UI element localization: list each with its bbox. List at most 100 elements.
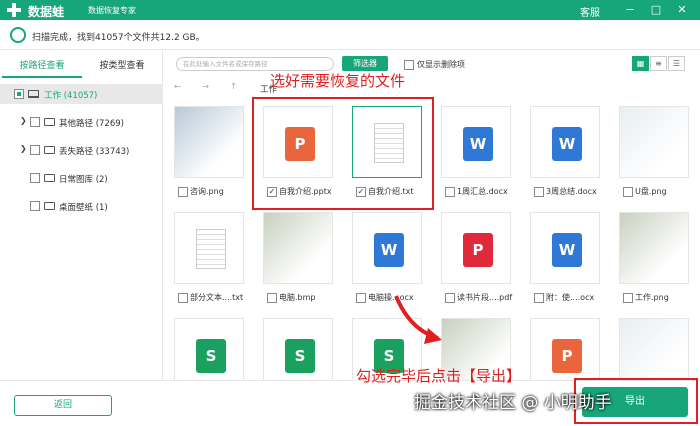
filter-button[interactable]: 筛选器 <box>342 56 388 71</box>
image-icon <box>620 213 688 283</box>
tree-checkbox[interactable] <box>30 201 40 211</box>
chevron-right-icon[interactable]: ❯ <box>20 116 27 125</box>
tree-checkbox[interactable] <box>14 89 24 99</box>
back-button[interactable]: 返回 <box>14 395 112 416</box>
file-item[interactable]: 部分文本....txt <box>170 206 246 314</box>
file-thumbnail[interactable]: P <box>530 318 600 380</box>
file-thumbnail[interactable] <box>174 106 244 178</box>
file-checkbox[interactable] <box>534 293 544 303</box>
file-thumbnail[interactable]: S <box>263 318 333 380</box>
check-circle-icon <box>10 27 26 43</box>
file-item[interactable]: 电脑.bmp <box>259 206 335 314</box>
file-item[interactable]: 咨询.png <box>170 100 246 208</box>
annotation-select-files: 选好需要恢复的文件 <box>270 72 406 90</box>
file-name: 工作.png <box>635 293 669 302</box>
file-checkbox[interactable] <box>623 187 633 197</box>
file-name: U盘.png <box>635 187 667 196</box>
file-checkbox[interactable] <box>178 293 188 303</box>
word-icon: W <box>463 127 493 161</box>
search-input[interactable]: 在此处输入文件名或保存路径 <box>176 57 334 71</box>
file-thumbnail[interactable] <box>619 318 689 380</box>
word-icon: W <box>552 233 582 267</box>
folder-icon <box>44 146 55 154</box>
forward-arrow-icon[interactable]: → <box>202 82 209 92</box>
file-thumbnail[interactable]: W <box>530 106 600 178</box>
tree-checkbox[interactable] <box>30 173 40 183</box>
tree-item-wallpapers[interactable]: 桌面壁纸 (1) <box>0 196 163 216</box>
tree-label: 其他路径 (7269) <box>59 119 124 129</box>
file-item[interactable]: W 附：使....ocx <box>526 206 602 314</box>
selection-highlight-box <box>252 97 434 210</box>
tree-label: 丢失路径 (33743) <box>59 147 130 157</box>
file-thumbnail[interactable]: W <box>352 212 422 284</box>
file-thumbnail[interactable]: W <box>530 212 600 284</box>
file-item[interactable]: S <box>170 312 246 380</box>
file-item[interactable]: W 3周总结.docx <box>526 100 602 208</box>
up-arrow-icon[interactable]: ↑ <box>230 82 237 92</box>
app-subtitle: 数据恢复专家 <box>88 6 136 15</box>
file-thumbnail[interactable]: W <box>441 106 511 178</box>
excel-icon: S <box>196 339 226 373</box>
image-icon <box>620 107 688 177</box>
file-item[interactable]: P <box>526 312 602 380</box>
excel-icon: S <box>285 339 315 373</box>
image-icon <box>264 213 332 283</box>
file-checkbox[interactable] <box>623 293 633 303</box>
sidebar: 按路径查看 按类型查看 工作 (41057) ❯ 其他路径 (7269) ❯ 丢… <box>0 50 163 380</box>
scan-status-text: 扫描完成，找到41057个文件共12.2 GB。 <box>32 33 205 43</box>
list-view-icon[interactable]: ≡ <box>650 56 667 71</box>
tree-label: 工作 (41057) <box>44 91 98 101</box>
tree-item-work[interactable]: 工作 (41057) <box>0 84 163 104</box>
file-name: 附：使....ocx <box>546 293 595 302</box>
file-name: 电脑.bmp <box>279 293 316 302</box>
file-item[interactable]: W 1周汇总.docx <box>437 100 513 208</box>
folder-icon <box>44 202 55 210</box>
back-arrow-icon[interactable]: ← <box>174 82 181 92</box>
deleted-only-label: 仅显示删除项 <box>417 60 465 69</box>
file-thumbnail[interactable] <box>619 212 689 284</box>
customer-service-link[interactable]: 客服 <box>580 4 600 19</box>
tab-by-path[interactable]: 按路径查看 <box>2 58 82 78</box>
detail-view-icon[interactable]: ☰ <box>668 56 685 71</box>
file-checkbox[interactable] <box>267 293 277 303</box>
image-icon <box>175 107 243 177</box>
annotation-arrow-icon <box>394 295 442 344</box>
annotation-export-hint: 勾选完毕后点击【导出】 <box>356 367 522 385</box>
file-checkbox[interactable] <box>178 187 188 197</box>
file-checkbox[interactable] <box>356 293 366 303</box>
file-thumbnail[interactable] <box>174 212 244 284</box>
file-item[interactable] <box>615 312 691 380</box>
file-thumbnail[interactable]: S <box>174 318 244 380</box>
deleted-only-checkbox[interactable] <box>404 60 414 70</box>
title-bar: 数据蛙 数据恢复专家 客服 − □ ✕ <box>0 0 700 20</box>
tab-by-type[interactable]: 按类型查看 <box>82 58 162 76</box>
maximize-button[interactable]: □ <box>648 2 664 18</box>
tree-item-other-paths[interactable]: ❯ 其他路径 (7269) <box>0 112 163 132</box>
minimize-button[interactable]: − <box>622 2 638 18</box>
tree-checkbox[interactable] <box>30 145 40 155</box>
file-checkbox[interactable] <box>534 187 544 197</box>
file-thumbnail[interactable]: P <box>441 212 511 284</box>
file-thumbnail[interactable] <box>619 106 689 178</box>
file-thumbnail[interactable] <box>263 212 333 284</box>
file-checkbox[interactable] <box>445 187 455 197</box>
image-icon <box>620 319 688 380</box>
file-name: 咨询.png <box>190 187 224 196</box>
toolbar: 在此处输入文件名或保存路径 筛选器 仅显示删除项 ▦ ≡ ☰ <box>164 50 700 78</box>
app-logo-icon <box>7 3 21 17</box>
close-button[interactable]: ✕ <box>674 2 690 18</box>
file-item[interactable]: S <box>259 312 335 380</box>
file-item[interactable]: 工作.png <box>615 206 691 314</box>
tree-item-lost-paths[interactable]: ❯ 丢失路径 (33743) <box>0 140 163 160</box>
grid-view-icon[interactable]: ▦ <box>632 56 649 71</box>
watermark: 掘金技术社区 @ 小明助手 <box>414 393 612 413</box>
folder-icon <box>44 174 55 182</box>
tree-checkbox[interactable] <box>30 117 40 127</box>
app-name: 数据蛙 <box>28 5 65 19</box>
tree-item-daily-gallery[interactable]: 日常图库 (2) <box>0 168 163 188</box>
ppt-icon: P <box>552 339 582 373</box>
file-item[interactable]: U盘.png <box>615 100 691 208</box>
file-name: 3周总结.docx <box>546 187 597 196</box>
chevron-right-icon[interactable]: ❯ <box>20 144 27 153</box>
word-icon: W <box>374 233 404 267</box>
